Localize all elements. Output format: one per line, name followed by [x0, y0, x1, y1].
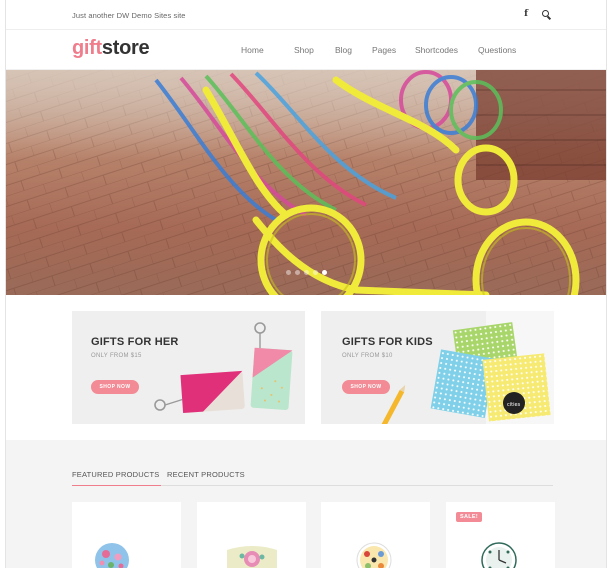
- hero-image: [6, 70, 606, 295]
- slider-dot-active[interactable]: [321, 270, 327, 275]
- site-tagline: Just another DW Demo Sites site: [72, 11, 186, 20]
- product-tabs: FEATURED PRODUCTS RECENT PRODUCTS: [72, 470, 553, 486]
- banner-subtitle: ONLY FROM $10: [342, 353, 393, 359]
- slider-dot[interactable]: [312, 270, 318, 275]
- notebooks-image: cities: [380, 311, 554, 424]
- nav-shortcodes[interactable]: Shortcodes: [415, 45, 478, 55]
- product-card[interactable]: SALE!: [446, 502, 555, 568]
- keychain-image: [154, 322, 293, 414]
- facebook-icon[interactable]: f: [524, 9, 528, 19]
- product-image: [227, 546, 277, 568]
- product-image: [95, 543, 129, 568]
- product-card[interactable]: [321, 502, 430, 568]
- product-card[interactable]: [197, 502, 306, 568]
- shop-now-button[interactable]: SHOP NOW: [342, 380, 390, 394]
- nav-shop[interactable]: Shop: [294, 45, 335, 55]
- banner-gifts-for-kids[interactable]: cities GIFTS FOR KIDS ONLY FROM $10 SHOP…: [321, 311, 554, 424]
- promo-banners: GIFTS FOR HER ONLY FROM $15 SHOP NOW cit…: [6, 295, 606, 440]
- product-card[interactable]: [72, 502, 181, 568]
- slider-dot[interactable]: [303, 270, 309, 275]
- logo-gift: gift: [72, 37, 102, 59]
- nav-pages[interactable]: Pages: [372, 45, 415, 55]
- slider-dots: [6, 270, 606, 275]
- page: Just another DW Demo Sites site f giftst…: [6, 0, 606, 568]
- site-logo[interactable]: giftstore: [72, 37, 150, 60]
- main-nav: Home Shop Blog Pages Shortcodes Question…: [241, 45, 528, 55]
- banner-title: GIFTS FOR KIDS: [342, 336, 433, 348]
- banner-title: GIFTS FOR HER: [91, 336, 179, 348]
- nav-blog[interactable]: Blog: [335, 45, 372, 55]
- slider-dot[interactable]: [285, 270, 291, 275]
- sale-badge: SALE!: [456, 512, 482, 522]
- tab-featured-products[interactable]: FEATURED PRODUCTS: [72, 470, 162, 486]
- logo-store: store: [101, 37, 150, 59]
- nav-questions[interactable]: Questions: [478, 45, 528, 55]
- shop-now-button[interactable]: SHOP NOW: [91, 380, 139, 394]
- svg-text:cities: cities: [507, 402, 521, 408]
- search-icon[interactable]: [542, 9, 551, 19]
- hero-slider[interactable]: [6, 70, 606, 295]
- slider-dot[interactable]: [294, 270, 300, 275]
- site-header: giftstore Home Shop Blog Pages Shortcode…: [6, 30, 606, 70]
- banner-gifts-for-her[interactable]: GIFTS FOR HER ONLY FROM $15 SHOP NOW: [72, 311, 305, 424]
- products-section: FEATURED PRODUCTS RECENT PRODUCTS SALE!: [6, 440, 606, 568]
- tab-recent-products[interactable]: RECENT PRODUCTS: [167, 470, 245, 485]
- top-bar: Just another DW Demo Sites site f: [6, 0, 606, 30]
- nav-home[interactable]: Home: [241, 45, 294, 55]
- banner-subtitle: ONLY FROM $15: [91, 353, 142, 359]
- product-image: [356, 542, 392, 568]
- top-icons: f: [524, 9, 551, 19]
